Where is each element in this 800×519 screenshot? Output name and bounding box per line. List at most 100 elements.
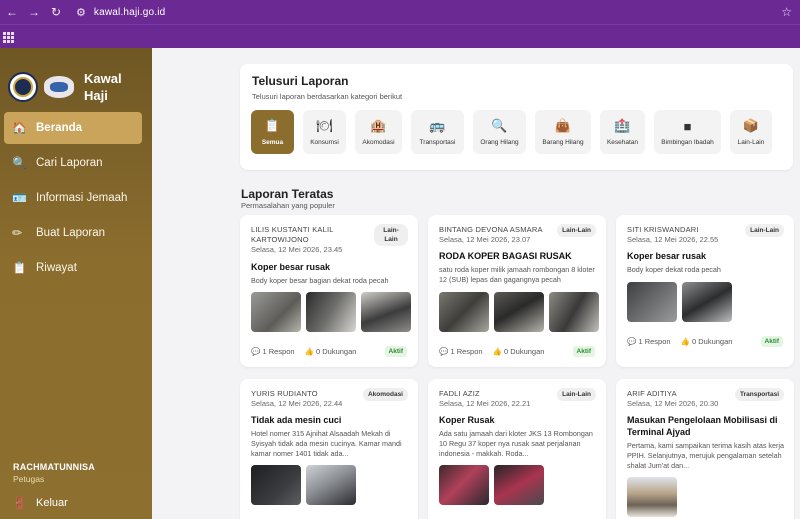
forward-arrow-icon[interactable]: →: [28, 5, 40, 19]
support-count[interactable]: 👍 0 Dukungan: [681, 337, 733, 346]
bookmark-star-icon[interactable]: ☆: [781, 5, 792, 19]
id-card-icon: 🪪: [12, 191, 27, 205]
search-icon: 🔍: [12, 156, 27, 170]
category-akomodasi[interactable]: 🏨 Akomodasi: [355, 110, 402, 154]
report-photo[interactable]: [682, 282, 732, 322]
report-footer: 💬 1 Respon 👍 0 Dukungan Aktif: [251, 346, 407, 357]
report-photo[interactable]: [549, 292, 599, 332]
report-photo[interactable]: [439, 292, 489, 332]
report-title: RODA KOPER BAGASI RUSAK: [439, 251, 572, 261]
category-barang-hilang[interactable]: 👜 Barang Hilang: [535, 110, 591, 154]
report-photo[interactable]: [361, 292, 411, 332]
report-author: SITI KRISWANDARI: [627, 225, 699, 234]
report-photo[interactable]: [494, 465, 544, 505]
hospital-icon: 🏥: [614, 118, 631, 133]
report-card[interactable]: YURIS RUDIANTO Selasa, 12 Mei 2026, 22.4…: [240, 379, 418, 519]
responses-label: 1 Respon: [262, 347, 295, 356]
address-bar[interactable]: ⚙ kawal.haji.go.id: [76, 6, 781, 19]
category-lain-lain[interactable]: 📦 Lain-Lain: [730, 110, 772, 154]
report-photo[interactable]: [627, 282, 677, 322]
hotel-icon: 🏨: [370, 118, 387, 133]
category-label: Barang Hilang: [542, 139, 584, 146]
sidebar-item-label: Buat Laporan: [36, 227, 106, 239]
report-photo[interactable]: [251, 292, 301, 332]
ministry-seal-icon: [8, 72, 38, 102]
report-photos: [251, 292, 411, 332]
report-description: Ada satu jamaah dari kloter JKS 13 Rombo…: [439, 429, 593, 458]
sidebar-item-informasi-jemaah[interactable]: 🪪 Informasi Jemaah: [4, 182, 142, 214]
user-name: RACHMATUNNISA: [13, 462, 95, 472]
responses-count[interactable]: 💬 1 Respon: [439, 347, 483, 356]
status-badge: Aktif: [572, 346, 595, 357]
status-badge: Aktif: [760, 336, 783, 347]
responses-label: 1 Respon: [638, 337, 671, 346]
report-photo[interactable]: [306, 465, 356, 505]
report-photo[interactable]: [251, 465, 301, 505]
sidebar-item-riwayat[interactable]: 📋 Riwayat: [4, 252, 142, 284]
category-konsumsi[interactable]: 🍽 Konsumsi: [303, 110, 346, 154]
report-photo[interactable]: [627, 477, 677, 517]
category-orang-hilang[interactable]: 🔍 Orang Hilang: [473, 110, 526, 154]
report-card[interactable]: ARIF ADITIYA Selasa, 12 Mei 2026, 20.30 …: [616, 379, 794, 519]
url-text: kawal.haji.go.id: [93, 6, 166, 18]
status-badge: Aktif: [384, 346, 407, 357]
category-label: Akomodasi: [362, 139, 395, 146]
category-semua[interactable]: 📋 Semua: [251, 110, 294, 154]
plate-icon: 🍽: [316, 118, 333, 133]
top-reports-title: Laporan Teratas: [241, 187, 334, 201]
report-title: Masukan Pengelolaan Mobilisasi di Termin…: [627, 415, 778, 437]
category-list: 📋 Semua 🍽 Konsumsi 🏨 Akomodasi 🚌 Transpo…: [251, 110, 772, 154]
report-photo[interactable]: [494, 292, 544, 332]
category-label: Orang Hilang: [480, 139, 519, 146]
sidebar-item-label: Riwayat: [36, 262, 77, 274]
sidebar-menu: 🏠 Beranda 🔍 Cari Laporan 🪪 Informasi Jem…: [0, 112, 152, 284]
sidebar-item-buat-laporan[interactable]: ✏ Buat Laporan: [4, 217, 142, 249]
report-date: Selasa, 12 Mei 2026, 22.21: [439, 399, 531, 408]
report-photo[interactable]: [439, 465, 489, 505]
responses-count[interactable]: 💬 1 Respon: [251, 347, 295, 356]
report-card[interactable]: BINTANG DEVONA ASMARA Selasa, 12 Mei 202…: [428, 215, 606, 367]
category-label: Kesehatan: [606, 139, 639, 146]
brand-title: Kawal Haji: [84, 71, 122, 103]
support-label: 0 Dukungan: [503, 347, 545, 356]
reload-icon[interactable]: ↻: [50, 5, 62, 19]
back-arrow-icon[interactable]: ←: [6, 5, 18, 19]
clipboard-icon: 📋: [264, 118, 281, 133]
clipboard-icon: 📋: [12, 261, 27, 275]
category-label: Transportasi: [419, 139, 456, 146]
report-photos: [627, 282, 732, 322]
sidebar-item-beranda[interactable]: 🏠 Beranda: [4, 112, 142, 144]
report-card[interactable]: FADLI AZIZ Selasa, 12 Mei 2026, 22.21 La…: [428, 379, 606, 519]
report-card[interactable]: LILIS KUSTANTI KALIL KARTOWIJONO Selasa,…: [240, 215, 418, 367]
report-title: Tidak ada mesin cuci: [251, 415, 342, 425]
apps-grid-icon[interactable]: [3, 31, 14, 43]
report-photo[interactable]: [306, 292, 356, 332]
category-kesehatan[interactable]: 🏥 Kesehatan: [600, 110, 645, 154]
category-badge: Lain-Lain: [745, 224, 784, 237]
category-transportasi[interactable]: 🚌 Transportasi: [411, 110, 464, 154]
sidebar-item-cari-laporan[interactable]: 🔍 Cari Laporan: [4, 147, 142, 179]
report-author: YURIS RUDIANTO: [251, 389, 318, 398]
category-badge: Lain-Lain: [557, 224, 596, 237]
report-date: Selasa, 12 Mei 2026, 23.07: [439, 235, 531, 244]
browse-subtitle: Telusuri laporan berdasarkan kategori be…: [252, 92, 403, 101]
category-label: Bimbingan Ibadah: [661, 138, 714, 146]
magnifier-icon: 🔍: [491, 118, 508, 133]
support-label: 0 Dukungan: [315, 347, 357, 356]
report-author: ARIF ADITIYA: [627, 389, 677, 398]
responses-count[interactable]: 💬 1 Respon: [627, 337, 671, 346]
support-count[interactable]: 👍 0 Dukungan: [305, 347, 357, 356]
top-reports-subtitle: Permasalahan yang populer: [241, 201, 335, 210]
report-date: Selasa, 12 Mei 2026, 23.45: [251, 245, 343, 254]
hajj-logo-icon: [44, 76, 74, 98]
report-footer: 💬 1 Respon 👍 0 Dukungan Aktif: [627, 336, 783, 347]
report-author: FADLI AZIZ: [439, 389, 480, 398]
report-description: Body koper besar bagian dekat roda pecah: [251, 276, 389, 285]
report-description: Hotel nomer 315 Ajnihat Alsaadah Mekah d…: [251, 429, 402, 458]
report-card[interactable]: SITI KRISWANDARI Selasa, 12 Mei 2026, 22…: [616, 215, 794, 367]
logout-button[interactable]: 🚪 Keluar: [12, 496, 68, 510]
site-settings-icon[interactable]: ⚙: [76, 6, 86, 19]
support-count[interactable]: 👍 0 Dukungan: [493, 347, 545, 356]
category-bimbingan-ibadah[interactable]: ■ Bimbingan Ibadah: [654, 110, 721, 154]
report-photos: [251, 465, 356, 505]
